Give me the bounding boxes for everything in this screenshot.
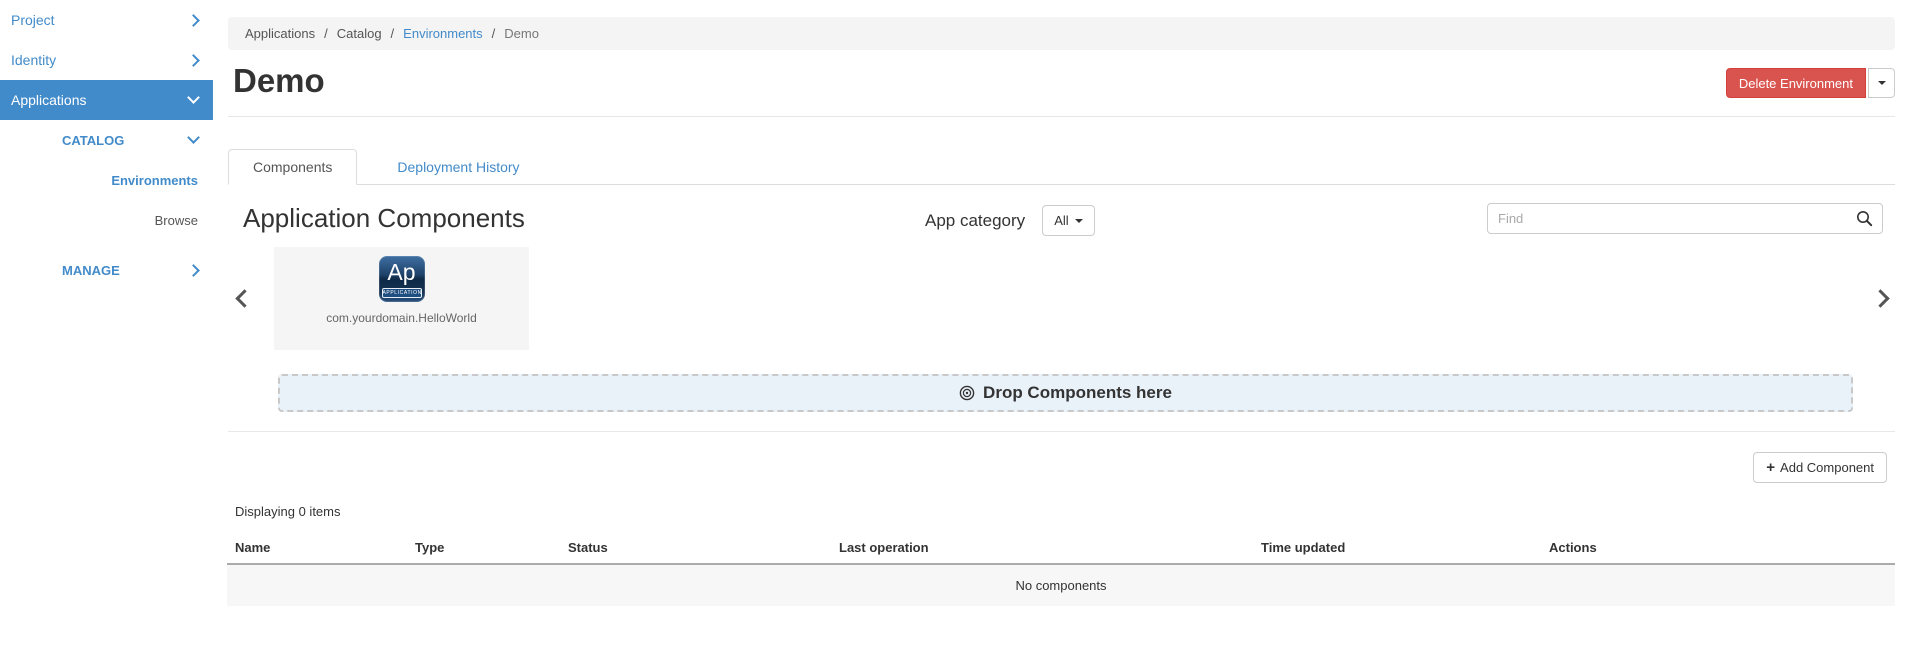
- sidebar-item-environments[interactable]: Environments: [0, 160, 213, 200]
- sidebar: Project Identity Applications CATALOG En…: [0, 0, 213, 649]
- carousel-prev-button[interactable]: [235, 292, 253, 305]
- tab-deployment-history[interactable]: Deployment History: [373, 150, 543, 184]
- components-table: Name Type Status Last operation Time upd…: [227, 534, 1895, 606]
- page-title: Demo: [233, 62, 325, 100]
- add-component-row: + Add Component: [228, 452, 1895, 483]
- application-icon-caption: APPLICATION: [382, 288, 422, 298]
- sidebar-item-browse[interactable]: Browse: [0, 200, 213, 240]
- carousel-next-button[interactable]: [1871, 292, 1889, 305]
- empty-table-message: No components: [227, 564, 1895, 606]
- breadcrumb-catalog[interactable]: Catalog: [337, 26, 382, 41]
- app-category-filter: App category All: [925, 205, 1095, 236]
- table-header-row: Name Type Status Last operation Time upd…: [227, 534, 1895, 564]
- breadcrumb: Applications / Catalog / Environments / …: [228, 17, 1895, 50]
- main-content: Applications / Catalog / Environments / …: [213, 0, 1907, 649]
- caret-down-icon: [1075, 219, 1083, 223]
- chevron-left-icon: [235, 289, 253, 307]
- sidebar-section-label: CATALOG: [62, 133, 124, 148]
- sidebar-section-catalog[interactable]: CATALOG: [0, 120, 213, 160]
- search-icon: [1856, 210, 1873, 230]
- plus-icon: +: [1766, 460, 1775, 475]
- page-header: Demo Delete Environment: [228, 59, 1895, 117]
- caret-down-icon: [1878, 81, 1886, 85]
- chevron-right-icon: [1871, 289, 1889, 307]
- add-component-button[interactable]: + Add Component: [1753, 452, 1887, 483]
- table-empty-row: No components: [227, 564, 1895, 606]
- chevron-right-icon: [187, 54, 200, 67]
- sidebar-item-label: Project: [11, 12, 55, 28]
- app-category-label: App category: [925, 211, 1025, 231]
- breadcrumb-separator: /: [492, 26, 496, 41]
- add-component-label: Add Component: [1780, 460, 1874, 475]
- application-name: com.yourdomain.HelloWorld: [274, 311, 529, 325]
- sidebar-item-label: Environments: [111, 173, 198, 188]
- section-title: Application Components: [243, 203, 525, 234]
- tab-bar: Components Deployment History: [228, 149, 1895, 185]
- breadcrumb-separator: /: [324, 26, 328, 41]
- chevron-right-icon: [187, 264, 200, 277]
- tab-components[interactable]: Components: [228, 149, 357, 185]
- breadcrumb-separator: /: [391, 26, 395, 41]
- sidebar-item-applications[interactable]: Applications: [0, 80, 213, 120]
- delete-environment-dropdown-toggle[interactable]: [1868, 68, 1895, 98]
- sidebar-section-manage[interactable]: MANAGE: [0, 250, 213, 290]
- chevron-right-icon: [187, 14, 200, 27]
- application-icon-label: Ap: [379, 256, 425, 289]
- column-header-status: Status: [560, 534, 831, 564]
- column-header-last-operation: Last operation: [831, 534, 1253, 564]
- breadcrumb-applications[interactable]: Applications: [245, 26, 315, 41]
- column-header-name: Name: [227, 534, 407, 564]
- find-wrapper: [1487, 203, 1883, 234]
- breadcrumb-environments-link[interactable]: Environments: [403, 26, 482, 41]
- target-icon: [959, 385, 975, 401]
- application-icon: Ap APPLICATION: [379, 256, 425, 302]
- delete-environment-button-group: Delete Environment: [1726, 68, 1895, 98]
- column-header-type: Type: [407, 534, 560, 564]
- sidebar-section-label: MANAGE: [62, 263, 120, 278]
- chevron-down-icon: [187, 91, 200, 104]
- app-category-value: All: [1054, 213, 1068, 228]
- dropzone-label: Drop Components here: [983, 383, 1172, 403]
- delete-environment-button[interactable]: Delete Environment: [1726, 68, 1866, 98]
- sidebar-item-project[interactable]: Project: [0, 0, 213, 40]
- sidebar-item-label: Applications: [11, 92, 87, 108]
- find-input[interactable]: [1487, 203, 1883, 234]
- components-carousel: Ap APPLICATION com.yourdomain.HelloWorld: [228, 247, 1895, 350]
- column-header-time-updated: Time updated: [1253, 534, 1541, 564]
- chevron-down-icon: [187, 131, 200, 144]
- sidebar-item-identity[interactable]: Identity: [0, 40, 213, 80]
- table-summary: Displaying 0 items: [235, 504, 1895, 519]
- column-header-actions: Actions: [1541, 534, 1895, 564]
- sidebar-item-label: Identity: [11, 52, 56, 68]
- sidebar-item-label: Browse: [155, 213, 198, 228]
- divider: [228, 431, 1895, 432]
- app-category-dropdown[interactable]: All: [1042, 205, 1094, 236]
- components-section-header: Application Components App category All: [228, 203, 1895, 237]
- drop-components-zone[interactable]: Drop Components here: [278, 374, 1853, 412]
- breadcrumb-current: Demo: [504, 26, 539, 41]
- page: Project Identity Applications CATALOG En…: [0, 0, 1907, 649]
- application-card[interactable]: Ap APPLICATION com.yourdomain.HelloWorld: [274, 247, 529, 350]
